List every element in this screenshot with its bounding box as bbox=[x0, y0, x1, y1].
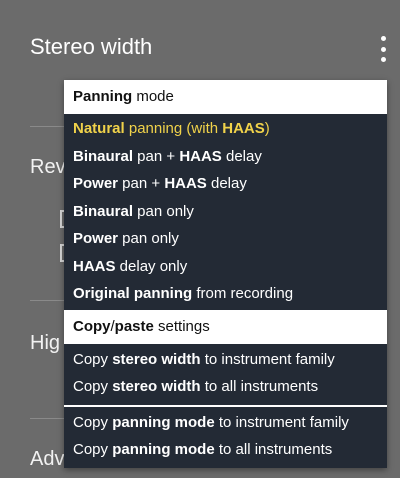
option-text: HAAS bbox=[164, 175, 207, 192]
option-text: Power bbox=[73, 230, 119, 247]
option-text: HAAS bbox=[73, 257, 116, 275]
option-text: delay bbox=[221, 147, 262, 165]
option-text: delay only bbox=[115, 257, 188, 275]
panning-menu: Panning mode Natural panning (with HAAS)… bbox=[64, 80, 387, 468]
stereo-width-title: Stereo width bbox=[30, 34, 153, 59]
copy-stereo-width-family[interactable]: Copy stereo width to instrument family bbox=[64, 346, 387, 373]
option-text: delay bbox=[206, 175, 247, 192]
high-label: Hig bbox=[30, 332, 61, 354]
header-bold: Panning bbox=[73, 88, 133, 105]
panning-option-power-haas[interactable]: Power pan + HAAS delay bbox=[64, 170, 387, 197]
panning-option-natural[interactable]: Natural panning (with HAAS) bbox=[64, 115, 387, 142]
option-text: pan + bbox=[133, 147, 180, 165]
header-rest: mode bbox=[132, 88, 174, 105]
header-bold: paste bbox=[114, 318, 154, 335]
panning-option-binaural-haas[interactable]: Binaural pan + HAAS delay bbox=[64, 143, 387, 170]
copy-paste-header: Copy/paste settings bbox=[64, 310, 387, 344]
option-text: HAAS bbox=[222, 120, 265, 137]
option-text: panning (with bbox=[124, 120, 223, 137]
copy-panning-mode-all[interactable]: Copy panning mode to all instruments bbox=[64, 436, 387, 463]
option-text: HAAS bbox=[179, 147, 222, 165]
header-rest: settings bbox=[153, 318, 210, 335]
option-text: Original panning bbox=[73, 285, 193, 302]
option-text: Binaural bbox=[73, 147, 134, 165]
option-text: pan + bbox=[118, 175, 165, 192]
advanced-label: Adv bbox=[30, 448, 65, 470]
panning-option-original[interactable]: Original panning from recording bbox=[64, 280, 387, 307]
option-text: Binaural bbox=[73, 202, 134, 220]
option-text: pan only bbox=[118, 230, 179, 247]
panning-mode-header: Panning mode bbox=[64, 80, 387, 114]
panning-option-power-only[interactable]: Power pan only bbox=[64, 225, 387, 252]
more-vert-icon[interactable] bbox=[378, 36, 388, 62]
reverb-label: Rev bbox=[30, 156, 66, 178]
menu-separator bbox=[64, 405, 387, 407]
copy-panning-mode-family[interactable]: Copy panning mode to instrument family bbox=[64, 409, 387, 436]
option-text: ) bbox=[264, 120, 270, 137]
panning-option-binaural-only[interactable]: Binaural pan only bbox=[64, 198, 387, 225]
panning-option-haas-only[interactable]: HAAS delay only bbox=[64, 253, 387, 280]
option-text: Natural bbox=[73, 120, 125, 137]
header-bold: Copy bbox=[73, 318, 111, 335]
option-text: from recording bbox=[192, 285, 294, 302]
option-text: Power bbox=[73, 175, 119, 192]
option-text: pan only bbox=[133, 202, 194, 220]
copy-stereo-width-all[interactable]: Copy stereo width to all instruments bbox=[64, 373, 387, 400]
